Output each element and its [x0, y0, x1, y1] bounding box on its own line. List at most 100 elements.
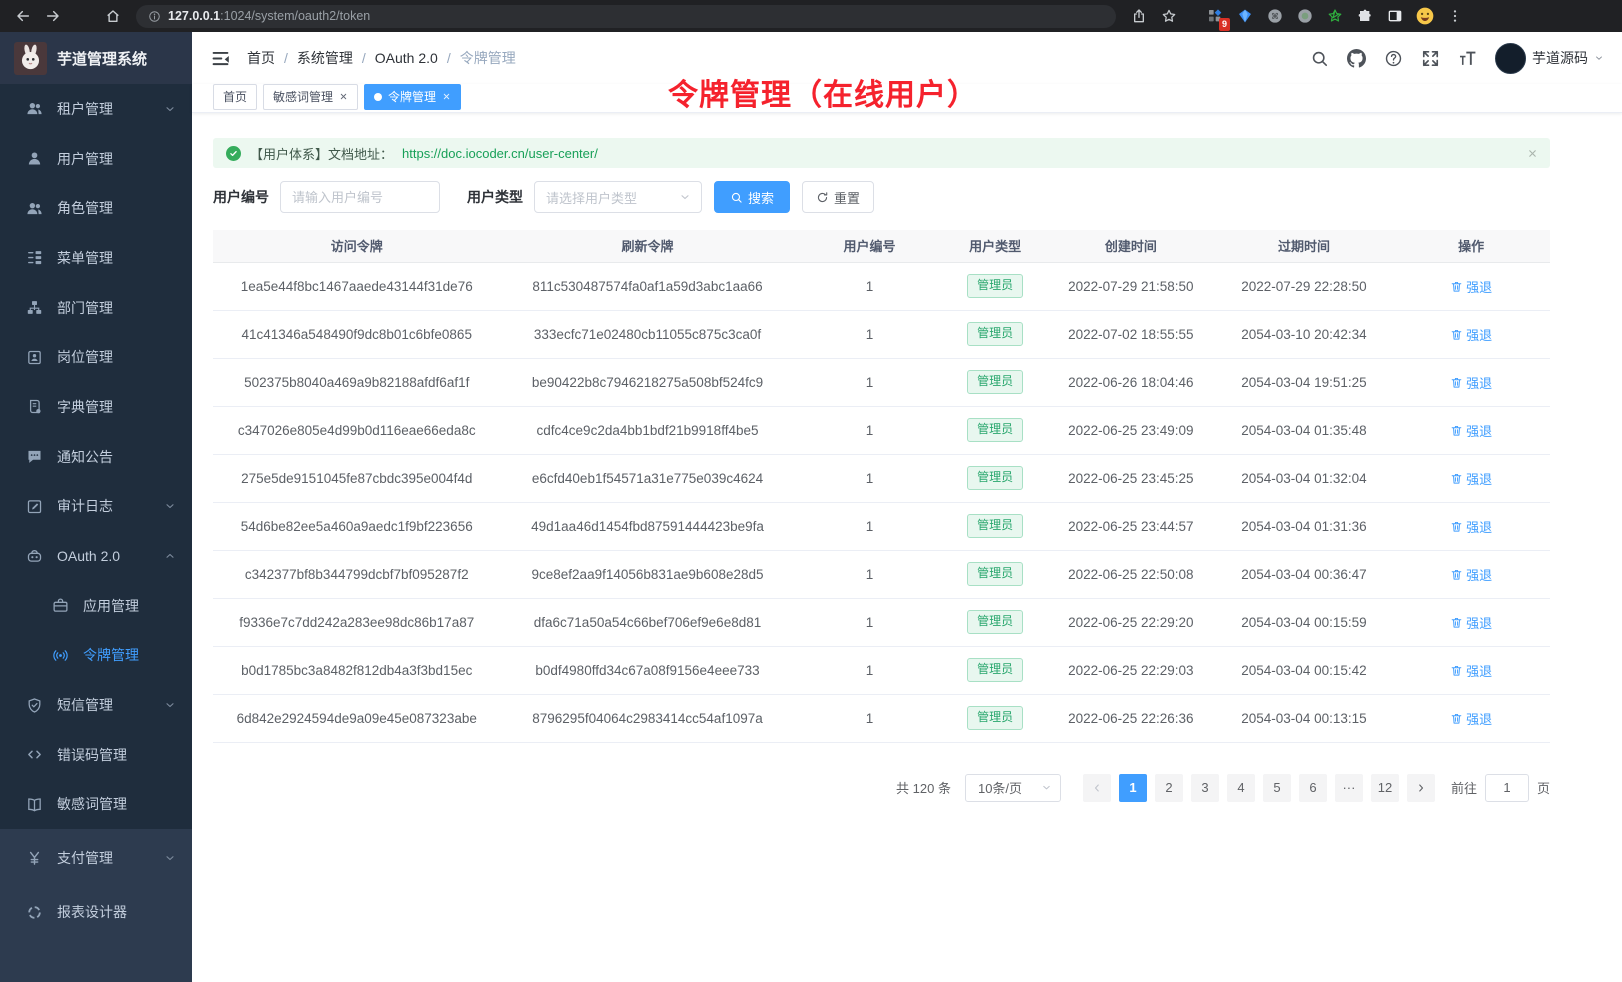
- sidebar-item-report-designer[interactable]: 报表设计器: [0, 885, 192, 939]
- user-no-cell: 1: [795, 454, 945, 502]
- trash-icon: [1450, 712, 1463, 725]
- sidebar-item-notice[interactable]: 通知公告: [0, 432, 192, 482]
- sidebar-item-pay[interactable]: 支付管理: [0, 831, 192, 885]
- share-button[interactable]: [1126, 3, 1152, 29]
- side-panel-button[interactable]: [1382, 3, 1408, 29]
- profile-avatar[interactable]: [1412, 3, 1438, 29]
- trash-icon: [1450, 616, 1463, 629]
- page-size-select[interactable]: 10条/页: [965, 774, 1061, 802]
- user-type-badge: 管理员: [967, 658, 1023, 682]
- refresh-token-cell: 811c530487574fa0af1a59d3abc1aa66: [500, 262, 794, 310]
- close-icon[interactable]: [1527, 148, 1538, 159]
- app-logo[interactable]: 芋道管理系统: [0, 32, 192, 84]
- browser-home-button[interactable]: [100, 3, 126, 29]
- sidebar-item-post[interactable]: 岗位管理: [0, 332, 192, 382]
- page-button-5[interactable]: 5: [1263, 774, 1291, 802]
- goto-page-input[interactable]: [1485, 774, 1529, 802]
- breadcrumb-item[interactable]: 系统管理: [297, 48, 353, 68]
- extensions-puzzle-button[interactable]: [1352, 3, 1378, 29]
- force-logout-button[interactable]: 强退: [1450, 613, 1492, 632]
- col-refresh-token: 刷新令牌: [500, 230, 794, 262]
- force-logout-button[interactable]: 强退: [1450, 469, 1492, 488]
- create-time-cell: 2022-06-25 22:26:36: [1046, 694, 1216, 742]
- view-tab-sensitive-word[interactable]: 敏感词管理: [263, 84, 358, 110]
- search-button[interactable]: 搜索: [714, 181, 790, 213]
- bookmark-star-button[interactable]: [1156, 3, 1182, 29]
- access-token-cell: b0d1785bc3a8482f812db4a3f3bd15ec: [213, 646, 500, 694]
- extension-gem-button[interactable]: [1232, 3, 1258, 29]
- extension-star-button[interactable]: [1322, 3, 1348, 29]
- trash-icon: [1450, 520, 1463, 533]
- page-button-1[interactable]: 1: [1119, 774, 1147, 802]
- breadcrumb-item[interactable]: 首页: [247, 48, 275, 68]
- page-button-2[interactable]: 2: [1155, 774, 1183, 802]
- page-button-4[interactable]: 4: [1227, 774, 1255, 802]
- page-button-3[interactable]: 3: [1191, 774, 1219, 802]
- force-logout-button[interactable]: 强退: [1450, 277, 1492, 296]
- trash-icon: [1450, 424, 1463, 437]
- sidebar-item-dict[interactable]: 字典管理: [0, 382, 192, 432]
- browser-forward-button[interactable]: [40, 3, 66, 29]
- force-logout-button[interactable]: 强退: [1450, 517, 1492, 536]
- browser-address-bar[interactable]: 127.0.0.1:1024/system/oauth2/token: [136, 5, 1116, 28]
- sidebar-item-user[interactable]: 用户管理: [0, 134, 192, 184]
- alert-doc-link[interactable]: https://doc.iocoder.cn/user-center/: [402, 146, 598, 161]
- extension-grid-button[interactable]: 9: [1202, 3, 1228, 29]
- reset-button[interactable]: 重置: [802, 181, 874, 213]
- sidebar-item-tenant[interactable]: 租户管理: [0, 84, 192, 134]
- page-button-12[interactable]: 12: [1371, 774, 1399, 802]
- extension-record-button[interactable]: [1292, 3, 1318, 29]
- font-size-icon[interactable]: [1458, 49, 1477, 68]
- sidebar-item-sms[interactable]: 短信管理: [0, 680, 192, 730]
- col-actions: 操作: [1392, 230, 1550, 262]
- sidebar-item-sensitive-word[interactable]: 敏感词管理: [0, 780, 192, 830]
- user-menu[interactable]: 芋道源码: [1495, 43, 1604, 74]
- sidebar-collapse-icon[interactable]: [210, 48, 231, 69]
- prev-page-button[interactable]: [1083, 774, 1111, 802]
- refresh-token-cell: b0df4980ffd34c67a08f9156e4eee733: [500, 646, 794, 694]
- close-icon[interactable]: [442, 92, 451, 101]
- force-logout-button[interactable]: 强退: [1450, 373, 1492, 392]
- user-no-cell: 1: [795, 406, 945, 454]
- force-logout-button[interactable]: 强退: [1450, 421, 1492, 440]
- user-type-select[interactable]: 请选择用户类型: [534, 181, 702, 213]
- search-icon[interactable]: [1310, 49, 1329, 68]
- github-icon[interactable]: [1347, 49, 1366, 68]
- browser-back-button[interactable]: [10, 3, 36, 29]
- sidebar-item-oauth2-app[interactable]: 应用管理: [0, 581, 192, 631]
- sidebar-item-oauth2[interactable]: OAuth 2.0: [0, 531, 192, 581]
- refresh-token-cell: e6cfd40eb1f54571a31e775e039c4624: [500, 454, 794, 502]
- force-logout-button[interactable]: 强退: [1450, 325, 1492, 344]
- page-ellipsis[interactable]: ···: [1335, 774, 1363, 802]
- user-type-badge: 管理员: [967, 514, 1023, 538]
- close-icon[interactable]: [339, 92, 348, 101]
- extension-command-button[interactable]: [1262, 3, 1288, 29]
- sidebar-item-audit-log[interactable]: 审计日志: [0, 482, 192, 532]
- browser-toolbar: 127.0.0.1:1024/system/oauth2/token 9: [0, 0, 1622, 32]
- trash-icon: [1450, 280, 1463, 293]
- sidebar-item-label: 菜单管理: [57, 248, 113, 268]
- page-button-6[interactable]: 6: [1299, 774, 1327, 802]
- force-logout-button[interactable]: 强退: [1450, 565, 1492, 584]
- help-icon[interactable]: [1384, 49, 1403, 68]
- force-logout-button[interactable]: 强退: [1450, 709, 1492, 728]
- view-tab-token[interactable]: 令牌管理: [364, 84, 461, 110]
- browser-reload-button[interactable]: [70, 3, 96, 29]
- force-logout-button[interactable]: 强退: [1450, 661, 1492, 680]
- sidebar-item-oauth2-token[interactable]: 令牌管理: [0, 631, 192, 681]
- sidebar-item-dept[interactable]: 部门管理: [0, 283, 192, 333]
- user-no-input[interactable]: [280, 181, 440, 213]
- expire-time-cell: 2054-03-04 01:35:48: [1216, 406, 1392, 454]
- breadcrumb-item[interactable]: OAuth 2.0: [375, 50, 438, 66]
- sidebar-item-menu[interactable]: 菜单管理: [0, 233, 192, 283]
- next-page-button[interactable]: [1407, 774, 1435, 802]
- browser-menu-button[interactable]: [1442, 3, 1468, 29]
- search-icon: [730, 191, 743, 204]
- create-time-cell: 2022-06-25 23:49:09: [1046, 406, 1216, 454]
- access-token-cell: c342377bf8b344799dcbf7bf095287f2: [213, 550, 500, 598]
- sidebar-item-error-code[interactable]: 错误码管理: [0, 730, 192, 780]
- sidebar-item-role[interactable]: 角色管理: [0, 183, 192, 233]
- menu-icon: [26, 249, 43, 266]
- fullscreen-icon[interactable]: [1421, 49, 1440, 68]
- view-tab-home[interactable]: 首页: [213, 84, 257, 110]
